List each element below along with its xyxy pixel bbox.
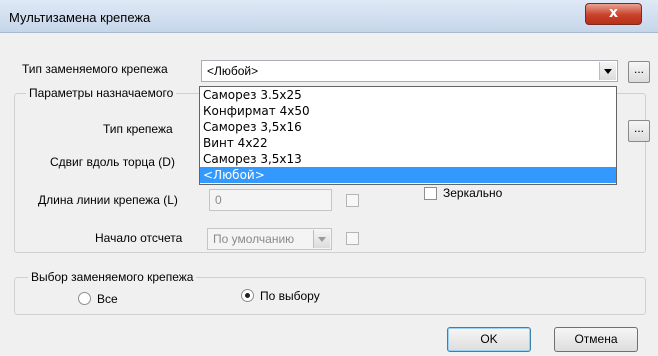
selection-group-label: Выбор заменяемого крепежа — [28, 270, 197, 284]
origin-label: Начало отсчета — [95, 231, 183, 245]
mirror-checkbox[interactable] — [424, 187, 437, 200]
ellipsis-icon: ... — [633, 62, 644, 76]
origin-checkbox[interactable] — [346, 232, 359, 245]
cancel-button[interactable]: Отмена — [554, 327, 638, 352]
origin-dropdown-button[interactable] — [313, 230, 330, 248]
length-checkbox[interactable] — [346, 194, 359, 207]
replaced-type-dropdown-list: Саморез 3.5x25 Конфирмат 4x50 Саморез 3,… — [199, 86, 617, 185]
params-group-label: Параметры назначаемого — [26, 86, 177, 100]
chevron-down-icon — [604, 68, 612, 74]
radio-by-choice-label: По выбору — [260, 289, 320, 303]
fastener-type-browse-button[interactable]: ... — [628, 120, 650, 142]
replaced-type-label: Тип заменяемого крепежа — [22, 62, 168, 76]
dropdown-item[interactable]: Конфирмат 4x50 — [200, 103, 616, 119]
ellipsis-icon: ... — [633, 121, 644, 135]
dropdown-item[interactable]: Саморез 3,5x16 — [200, 119, 616, 135]
replaced-type-combobox[interactable]: <Любой> — [201, 60, 618, 82]
close-icon: x — [608, 5, 619, 21]
radio-all-label: Все — [97, 292, 118, 306]
ok-button[interactable]: OK — [447, 327, 531, 352]
dropdown-item-selected[interactable]: <Любой> — [200, 167, 616, 183]
origin-value: По умолчанию — [213, 232, 295, 246]
length-label: Длина линии крепежа (L) — [38, 193, 178, 207]
mirror-label: Зеркально — [443, 186, 503, 200]
length-input[interactable]: 0 — [209, 189, 332, 211]
length-value: 0 — [215, 193, 222, 207]
radio-selected-dot — [245, 293, 250, 298]
chevron-down-icon — [318, 236, 326, 242]
radio-by-choice[interactable] — [241, 289, 254, 302]
dropdown-item[interactable]: Саморез 3.5x25 — [200, 87, 616, 103]
radio-all[interactable] — [78, 292, 91, 305]
replaced-type-value: <Любой> — [207, 64, 259, 78]
window-title: Мультизамена крепежа — [9, 10, 151, 25]
replaced-type-dropdown-button[interactable] — [599, 62, 616, 80]
dropdown-item[interactable]: Винт 4x22 — [200, 135, 616, 151]
dropdown-item[interactable]: Саморез 3,5x13 — [200, 151, 616, 167]
replaced-type-browse-button[interactable]: ... — [628, 61, 650, 83]
close-button[interactable]: x — [585, 3, 642, 25]
shift-label: Сдвиг вдоль торца (D) — [50, 155, 175, 169]
fastener-type-label: Тип крепежа — [103, 122, 173, 136]
